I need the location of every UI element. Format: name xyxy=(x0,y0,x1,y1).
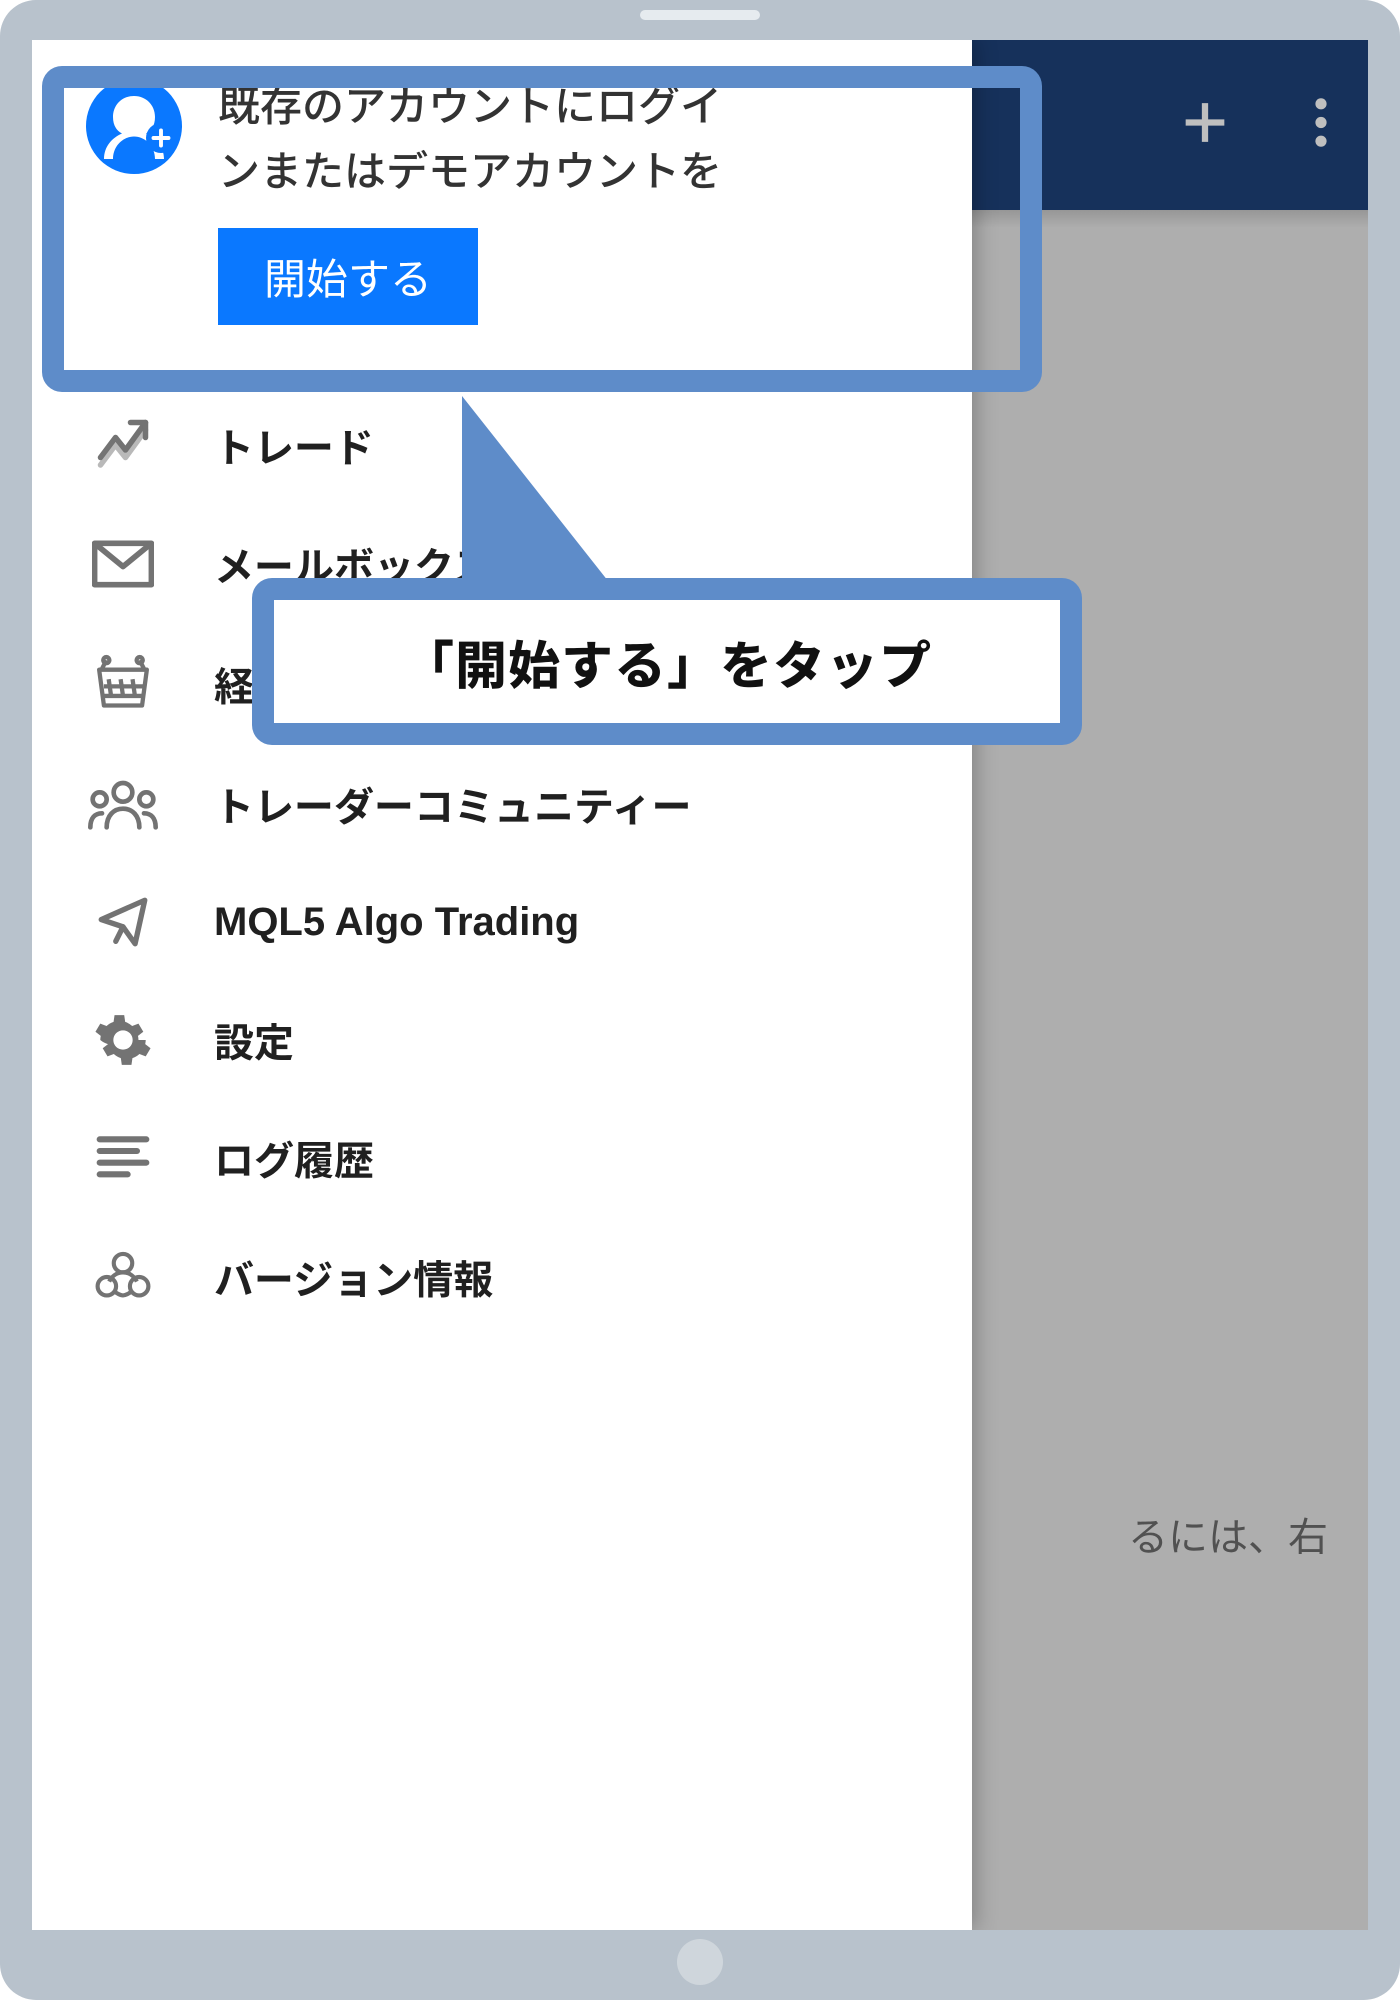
start-button[interactable]: 開始する xyxy=(218,228,478,325)
send-icon xyxy=(88,893,158,951)
drawer-header: 既存のアカウントにログイ ンまたはデモアカウントを 開始する xyxy=(32,40,972,363)
login-prompt: 既存のアカウントにログイ ンまたはデモアカウントを xyxy=(218,74,932,204)
menu-item-about[interactable]: バージョン情報 xyxy=(32,1217,972,1337)
nav-drawer: 既存のアカウントにログイ ンまたはデモアカウントを 開始する トレード xyxy=(32,40,972,1930)
trend-icon xyxy=(88,415,158,475)
mail-icon xyxy=(88,539,158,589)
gear-icon xyxy=(88,1011,158,1069)
log-icon xyxy=(88,1133,158,1183)
menu-label-log: ログ履歴 xyxy=(214,1129,374,1187)
community-icon xyxy=(88,775,158,833)
avatar-add-icon[interactable] xyxy=(86,161,182,178)
menu-label-algo: MQL5 Algo Trading xyxy=(214,900,579,945)
menu-label-community: トレーダーコミュニティー xyxy=(214,775,692,833)
menu-label-about: バージョン情報 xyxy=(214,1248,493,1306)
calendar-icon xyxy=(88,653,158,715)
annotation-callout-pointer xyxy=(462,396,612,586)
menu-label-settings: 設定 xyxy=(214,1011,294,1069)
about-icon xyxy=(88,1247,158,1307)
menu-item-log[interactable]: ログ履歴 xyxy=(32,1099,972,1217)
menu-item-settings[interactable]: 設定 xyxy=(32,981,972,1099)
menu-item-algo[interactable]: MQL5 Algo Trading xyxy=(32,863,972,981)
annotation-callout: 「開始する」をタップ xyxy=(252,578,1082,745)
menu-item-community[interactable]: トレーダーコミュニティー xyxy=(32,745,972,863)
menu-label-trade: トレード xyxy=(214,416,374,474)
